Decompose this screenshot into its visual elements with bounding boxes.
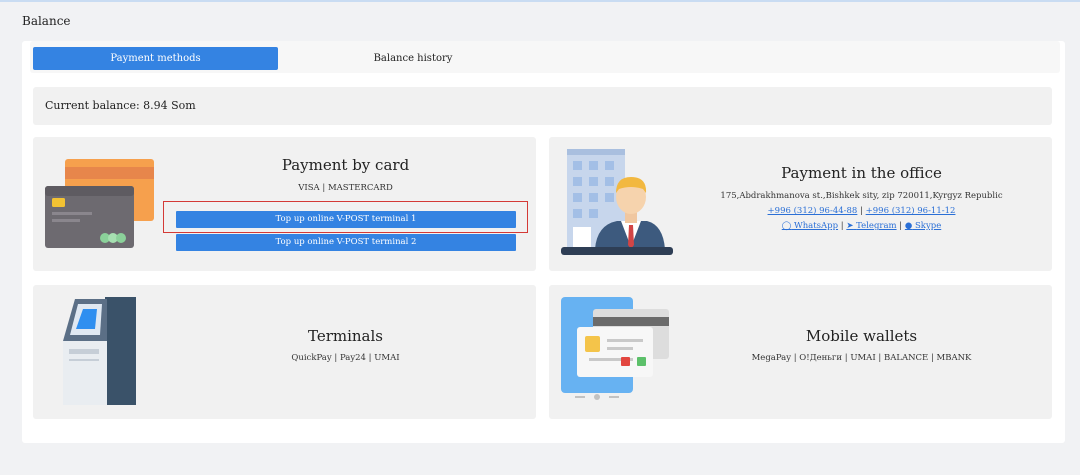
telegram-link[interactable]: ➤ Telegram [846,221,896,231]
skype-label: Skype [914,221,942,231]
top-up-terminal-2-button[interactable]: Top up online V-POST terminal 2 [176,234,516,251]
tab-payment-methods[interactable]: Payment methods [33,47,278,70]
payment-terminal-icon [63,297,136,405]
card-payment-by-card: Payment by card VISA | MASTERCARD Top up… [33,137,536,271]
card-title-payment-in-office: Payment in the office [781,164,942,182]
top-border [0,0,1080,2]
tab-bar: Payment methods Balance history [30,41,1060,73]
card-title-terminals: Terminals [307,327,383,345]
page-title: Balance [22,14,71,28]
highlight-box [163,201,528,233]
skype-link[interactable]: ● Skype [905,221,941,231]
skype-icon: ● [904,221,913,231]
phone-link-1[interactable]: +996 (312) 96-44-88 [768,206,858,216]
phone-link-2[interactable]: +996 (312) 96-11-12 [866,206,956,216]
balance-panel: Payment methods Balance history Current … [22,41,1065,443]
phone-separator: | [860,206,863,216]
mobile-wallet-icon [561,297,669,400]
card-subtitle-payment-by-card: VISA | MASTERCARD [298,183,393,193]
card-mobile-wallets: Mobile wallets MegaPay | O!Деньги | UMAI… [549,285,1052,419]
office-address: 175,Abdrakhmanova st.,Bishkek sity, zip … [720,191,1003,201]
office-manager-icon [561,149,673,255]
office-phones: +996 (312) 96-44-88 | +996 (312) 96-11-1… [709,206,1014,216]
current-balance-text: Current balance: 8.94 Som [45,99,196,112]
office-messengers: ◯ WhatsApp | ➤ Telegram | ● Skype [709,221,1014,231]
whatsapp-icon: ◯ [781,221,792,231]
telegram-label: Telegram [856,221,897,231]
telegram-icon: ➤ [846,221,854,231]
messenger-separator-2: | [899,221,903,231]
card-title-payment-by-card: Payment by card [281,156,410,174]
card-subtitle-terminals: QuickPay | Pay24 | UMAI [291,353,400,363]
card-terminals: Terminals QuickPay | Pay24 | UMAI [33,285,536,419]
current-balance: Current balance: 8.94 Som [33,87,1052,125]
messenger-separator-1: | [840,221,844,231]
whatsapp-link[interactable]: ◯ WhatsApp [782,221,838,231]
whatsapp-label: WhatsApp [793,221,839,231]
card-title-mobile-wallets: Mobile wallets [805,327,918,345]
tab-balance-history[interactable]: Balance history [288,47,538,70]
card-subtitle-mobile-wallets: MegaPay | O!Деньги | UMAI | BALANCE | MB… [751,353,972,363]
credit-cards-icon [45,159,154,248]
card-payment-in-office: Payment in the office 175,Abdrakhmanova … [549,137,1052,271]
